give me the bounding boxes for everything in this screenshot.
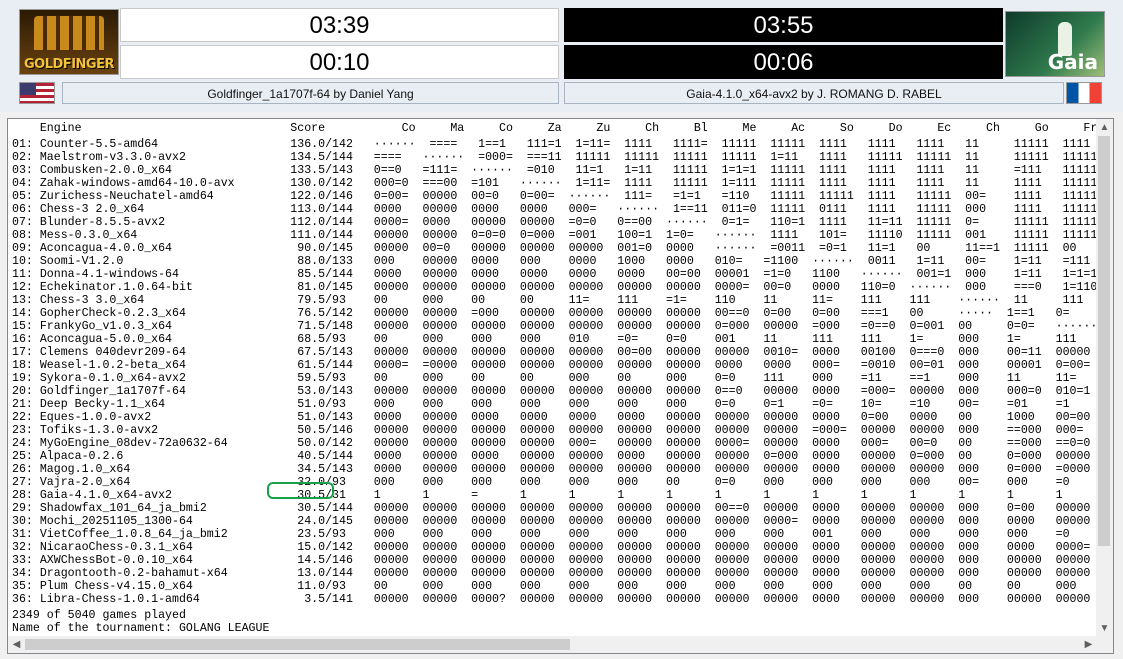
black-total-clock: 03:55	[564, 8, 1003, 42]
table-row: 36: Libra-Chess-1.0.1-amd64 3.5/141 0000…	[12, 593, 1097, 606]
table-row: 27: Vajra-2.0_x64 32.0/93 000 000 000 00…	[12, 476, 1097, 489]
table-row: 33: AXWChessBot-0.0.10_x64 14.5/146 0000…	[12, 554, 1097, 567]
table-row: 26: Magog.1.0_x64 34.5/143 0000 00000 00…	[12, 463, 1097, 476]
black-engine-logo: Gaia	[1005, 11, 1105, 77]
table-row: 20: Goldfinger_1a1707f-64 53.0/143 00000…	[12, 385, 1097, 398]
horizontal-scrollbar[interactable]: ◀ ▶	[8, 636, 1097, 653]
table-row: 11: Donna-4.1-windows-64 85.5/144 0000 0…	[12, 268, 1097, 281]
table-row: 24: MyGoEngine_08dev-72a0632-64 50.0/142…	[12, 437, 1097, 450]
table-row: 12: Echekinator.1.0.64-bit 81.0/145 0000…	[12, 281, 1097, 294]
scroll-left-icon[interactable]: ◀	[8, 636, 25, 653]
white-engine-logo: GOLDFINGER	[19, 9, 119, 75]
table-row: 25: Alpaca-0.2.6 40.5/144 0000 00000 000…	[12, 450, 1097, 463]
white-move-clock: 00:10	[120, 45, 559, 79]
table-row: 13: Chess-3 3.0_x64 79.5/93 00 000 00 00…	[12, 294, 1097, 307]
table-row: 10: Soomi-V1.2.0 88.0/133 000 00000 0000…	[12, 255, 1097, 268]
table-row: 01: Counter-5.5-amd64 136.0/142 ······ =…	[12, 138, 1097, 151]
table-row: 03: Combusken-2.0.0_x64 133.5/143 0==0 =…	[12, 164, 1097, 177]
table-row: 32: NicaraoChess-0.3.1_x64 15.0/142 0000…	[12, 541, 1097, 554]
us-flag-icon	[19, 82, 55, 104]
table-row: 28: Gaia-4.1.0_x64-avx2 30.5/31 1 1 = 1 …	[12, 489, 1097, 502]
vertical-scroll-thumb[interactable]	[1098, 136, 1110, 546]
crosstable-header: Engine Score Co Ma Co Za Zu Ch Bl Me Ac …	[12, 122, 1097, 135]
scroll-up-icon[interactable]: ▲	[1096, 119, 1113, 136]
scroll-right-icon[interactable]: ▶	[1080, 636, 1097, 653]
table-row: 09: Aconcagua-4.0.0_x64 90.0/145 00000 0…	[12, 242, 1077, 255]
engine-header: GOLDFINGER 03:39 00:10 03:55 00:06 Gaia …	[0, 0, 1123, 112]
table-row: 29: Shadowfax_101_64_ja_bmi2 30.5/144 00…	[12, 502, 1097, 515]
table-row: 22: Eques-1.0.0-avx2 51.0/143 0000 00000…	[12, 411, 1097, 424]
black-logo-text: Gaia	[1047, 50, 1098, 74]
table-row: 23: Tofiks-1.3.0-avx2 50.5/146 00000 000…	[12, 424, 1097, 437]
table-row: 30: Mochi_20251105_1300-64 24.0/145 0000…	[12, 515, 1097, 528]
table-row: 19: Sykora-0.1.0_x64-avx2 59.5/93 00 000…	[12, 372, 1097, 385]
games-played: 2349 of 5040 games played	[12, 609, 186, 622]
table-row: 35: Plum Chess-v4.15.0_x64 11.0/93 00 00…	[12, 580, 1097, 593]
goldfinger-logo-mark	[34, 16, 104, 50]
table-row: 05: Zurichess-Neuchatel-amd64 122.0/146 …	[12, 190, 1097, 203]
black-move-clock: 00:06	[564, 45, 1003, 79]
scroll-corner	[1096, 636, 1113, 653]
white-logo-text: GOLDFINGER	[24, 57, 114, 72]
crosstable-content: Engine Score Co Ma Co Za Zu Ch Bl Me Ac …	[8, 119, 1097, 637]
scroll-down-icon[interactable]: ▼	[1096, 620, 1113, 637]
white-player-name: Goldfinger_1a1707f-64 by Daniel Yang	[62, 82, 559, 104]
tournament-name: Name of the tournament: GOLANG LEAGUE	[12, 622, 270, 635]
black-player-name: Gaia-4.1.0_x64-avx2 by J. ROMANG D. RABE…	[564, 82, 1064, 104]
score-highlight-box	[267, 482, 334, 499]
crosstable-panel[interactable]: Engine Score Co Ma Co Za Zu Ch Bl Me Ac …	[7, 118, 1114, 654]
table-row: 14: GopherCheck-0.2.3_x64 76.5/142 00000…	[12, 307, 1070, 320]
table-row: 17: Clemens 040devr209-64 67.5/143 00000…	[12, 346, 1097, 359]
white-total-clock: 03:39	[120, 8, 559, 42]
table-row: 08: Mess-0.3.0_x64 111.0/144 00000 00000…	[12, 229, 1097, 242]
table-row: 21: Deep Becky-1.1_x64 51.0/93 000 000 0…	[12, 398, 1097, 411]
table-row: 16: Aconcagua-5.0.0_x64 68.5/93 00 000 0…	[12, 333, 1097, 346]
vertical-scrollbar[interactable]: ▲ ▼	[1096, 119, 1113, 637]
crosstable-rows: 01: Counter-5.5-amd64 136.0/142 ······ =…	[8, 135, 1097, 606]
horizontal-scroll-thumb[interactable]	[25, 639, 570, 650]
table-row: 07: Blunder-8.5.5-avx2 112.0/144 0000= 0…	[12, 216, 1097, 229]
summary-text: 2349 of 5040 games played Name of the to…	[8, 606, 1097, 635]
table-row: 31: VietCoffee_1.0.8_64_ja_bmi2 23.5/93 …	[12, 528, 1097, 541]
table-row: 06: Chess-3 2.0_x64 113.0/144 0000 00000…	[12, 203, 1097, 216]
table-row: 02: Maelstrom-v3.3.0-avx2 134.5/144 ====…	[12, 151, 1097, 164]
table-row: 04: Zahak-windows-amd64-10.0-avx 130.0/1…	[12, 177, 1097, 190]
table-row: 18: Weasel-1.0.2-beta_x64 61.5/144 0000=…	[12, 359, 1097, 372]
fr-flag-icon	[1066, 82, 1102, 104]
table-row: 34: Dragontooth-0.2-bahamut-x64 13.0/144…	[12, 567, 1097, 580]
table-row: 15: FrankyGo_v1.0.3_x64 71.5/148 00000 0…	[12, 320, 1097, 333]
